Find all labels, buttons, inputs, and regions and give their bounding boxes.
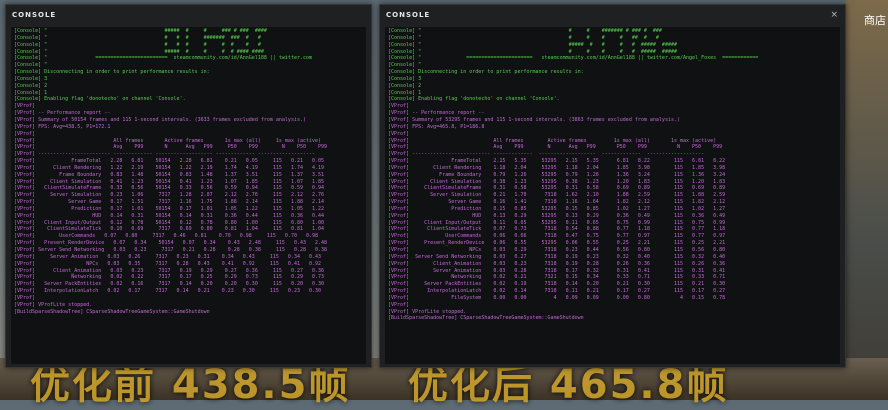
console-line: [Console] " # # # ####### ### # # xyxy=(14,34,261,41)
console-line: [VProf] xyxy=(388,130,410,137)
console-line: [Console] 3 xyxy=(388,75,422,82)
console-line: [VProf] FrameTotal 2.15 5.35 53295 2.15 … xyxy=(388,158,726,165)
console-line: [VProf] VProfLite stopped. xyxy=(14,301,93,308)
console-line: [Console] " # # # # ## # # xyxy=(388,34,659,41)
console-line: [VProf] Prediction 0.17 1.01 50154 0.17 … xyxy=(14,205,325,212)
console-line: [Console] " ##### # # # # #### #### xyxy=(14,48,264,55)
console-output[interactable]: [Console] " # # ####### # ### # ### [Cons… xyxy=(385,27,840,364)
shop-label: 商店 xyxy=(864,14,886,27)
console-line: [VProf] All frames Active frames 1s max … xyxy=(14,137,322,144)
console-line: [VProf] Server Send Networking 0.03 0.27… xyxy=(388,253,726,260)
console-line: [VProf] Client Rendering 1.22 2.19 50154… xyxy=(14,164,325,171)
console-line: [Console] " ##### # # # # ##### ##### xyxy=(388,41,677,48)
console-line: [VProf] Server Animation 0.03 0.26 7317 … xyxy=(14,253,322,260)
console-output[interactable]: [Console] " ##### # # ### # ### #### [Con… xyxy=(11,27,366,364)
console-window-before[interactable]: CONSOLE [Console] " ##### # # ### # ### … xyxy=(5,4,372,368)
console-title-bar[interactable]: CONSOLE × xyxy=(380,5,845,25)
console-line: [Console] " ====================== steam… xyxy=(388,55,759,62)
console-line: [VProf] ClientSimulateFrame 0.31 0.58 53… xyxy=(388,185,726,192)
console-lines: [Console] " # # ####### # ### # ### [Cons… xyxy=(385,27,840,323)
console-line: [Console] " # # ####### # ### # ### xyxy=(388,28,662,34)
console-line: [VProf] HUD 0.13 0.29 53295 0.13 0.29 0.… xyxy=(388,212,726,219)
console-line: [VProf] ClientSimulateTick 0.10 0.69 731… xyxy=(14,226,325,233)
console-line: [VProf] ClientSimulateFrame 0.33 0.56 50… xyxy=(14,185,325,192)
console-line: [VProf] Avg P99 N Avg P99 P50 P99 N P50 … xyxy=(14,144,328,151)
console-line: [VProf] Frame Boundary 0.79 1.26 53295 0… xyxy=(388,171,726,178)
console-line: [VProf] Client_Animation 0.03 0.23 7318 … xyxy=(388,260,726,267)
console-line: [VProf] xyxy=(388,301,410,308)
console-line: [VProf] Server Simulation 0.23 1.06 7317… xyxy=(14,192,325,199)
console-line: [VProf] Client Simulation 0.38 1.23 5329… xyxy=(388,178,726,185)
console-line: [VProf] Present_RenderDevice 0.07 0.34 5… xyxy=(14,240,328,247)
console-line: [VProf] xyxy=(14,130,36,137)
console-line: [VProf] FileSystem 0.00 0.00 4 0.09 0.09… xyxy=(388,294,726,301)
console-line: [VProf] Client_Animation 0.03 0.23 7317 … xyxy=(14,267,325,274)
console-line: [VProf] Networking 0.02 0.21 7321 0.15 0… xyxy=(388,274,726,281)
console-line: [VProf] ClientSimulateTick 0.07 0.73 731… xyxy=(388,226,726,233)
console-line: [VProf] InterpolationLatch 0.02 0.14 731… xyxy=(388,288,726,295)
console-line: [BuildSparseShadowTree] CSparseShadowTre… xyxy=(14,308,210,315)
console-line: [VProf] FPS: Avg=465.8, P1=186.8 xyxy=(388,123,485,130)
console-line: [Console] Enabling flag 'donotecho' on c… xyxy=(388,96,560,103)
console-line: [VProf] Summary of 50154 frames and 115 … xyxy=(14,116,306,123)
console-line: [Console] " # # # # # ##### ##### xyxy=(388,48,677,55)
console-line: [VProf] -- Performance report -- xyxy=(388,110,485,117)
console-line: [VProf] UserCommands 0.06 0.66 7318 0.47… xyxy=(388,233,726,240)
console-line: [VProf] NPCs 0.03 0.29 7318 0.23 0.44 0.… xyxy=(388,247,726,253)
console-line: [Console] 2 xyxy=(388,82,422,89)
console-line: [VProf] Server Game 0.16 1.41 7318 1.16 … xyxy=(388,199,726,206)
console-line: [VProf] xyxy=(14,103,36,110)
console-line: [VProf] FPS: Avg=438.5, P1=172.1 xyxy=(14,123,111,130)
console-line: [VProf] FrameTotal 2.28 6.81 50154 2.28 … xyxy=(14,158,325,165)
console-line: [Console] " ##### # # ### # ### #### xyxy=(14,28,267,34)
console-line: [Console] " xyxy=(14,62,48,69)
console-line: [VProf] All frames Active frames 1s max … xyxy=(388,137,717,144)
console-line: [VProf] Server PackEntities 0.02 0.19 73… xyxy=(388,281,726,288)
console-line: [VProf] xyxy=(388,103,410,110)
console-line: [VProf] Client Input/Output 0.11 0.65 53… xyxy=(388,219,726,226)
console-line: [VProf] Server PackEntities 0.02 0.16 73… xyxy=(14,281,325,288)
console-line: [VProf] Prediction 0.15 0.85 53295 0.15 … xyxy=(388,205,726,212)
console-line: [VProf] Networking 0.02 0.22 7317 0.17 0… xyxy=(14,274,325,281)
console-line: [VProf] ------------------------ -------… xyxy=(14,151,316,158)
console-line: [Console] Enabling flag 'donotecho' on c… xyxy=(14,96,186,103)
console-line: [VProf] xyxy=(14,294,36,301)
console-line: [VProf] Server Simulation 0.21 1.70 7318… xyxy=(388,192,726,199)
console-window-after[interactable]: CONSOLE × [Console] " # # ####### # ### … xyxy=(379,4,846,368)
close-icon[interactable]: × xyxy=(830,5,839,25)
console-line: [Console] " xyxy=(388,62,422,69)
console-line: [VProf] Server Game 0.17 1.51 7317 1.16 … xyxy=(14,199,325,206)
console-line: [Console] 2 xyxy=(14,82,48,89)
console-line: [VProf] NPCs 0.03 0.35 7317 0.28 0.43 0.… xyxy=(14,260,322,267)
console-line: [Console] " ======================== ste… xyxy=(14,55,313,62)
console-title-bar[interactable]: CONSOLE xyxy=(6,5,371,25)
console-title: CONSOLE xyxy=(386,11,431,19)
background-game-scene xyxy=(846,0,888,400)
console-line: [VProf] Present_RenderDevice 0.06 0.55 5… xyxy=(388,240,726,247)
console-line: [VProf] Frame Boundary 0.83 1.48 50154 0… xyxy=(14,171,325,178)
console-line: [VProf] -- Performance report -- xyxy=(14,110,111,117)
console-line: [Console] 1 xyxy=(14,89,48,96)
console-line: [VProf] Client Simulation 0.41 1.23 5015… xyxy=(14,178,325,185)
console-line: [Console] Disconnecting in order to prin… xyxy=(14,69,210,76)
console-line: [VProf] VProfLite stopped. xyxy=(388,308,467,315)
console-line: [VProf] -------------------------- -----… xyxy=(388,151,705,158)
console-line: [VProf] Client Input/Output 0.12 0.78 50… xyxy=(14,219,325,226)
console-line: [BuildSparseShadowTree] CSparseShadowTre… xyxy=(388,315,584,322)
console-line: [VProf] Server Animation 0.03 0.28 7318 … xyxy=(388,267,726,274)
console-line: [VProf] InterpolationLatch 0.02 0.17 731… xyxy=(14,288,322,295)
console-line: [Console] 1 xyxy=(388,89,422,96)
console-title: CONSOLE xyxy=(12,11,57,19)
console-line: [VProf] HUD 0.14 0.31 50154 0.14 0.31 0.… xyxy=(14,212,325,219)
console-line: [VProf] Avg P99 N Avg P99 P50 P99 N P50 … xyxy=(388,144,723,151)
console-lines: [Console] " ##### # # ### # ### #### [Con… xyxy=(11,27,366,316)
console-line: [Console] 3 xyxy=(14,75,48,82)
console-line: [Console] " # # # # # # # # xyxy=(14,41,261,48)
console-line: [VProf] Client Rendering 1.18 2.04 53295… xyxy=(388,164,726,171)
console-line: [VProf] Summary of 53295 frames and 115 … xyxy=(388,116,680,123)
console-line: [VProf] UserCommands 0.07 0.80 7317 0.46… xyxy=(14,233,319,240)
console-line: [Console] Disconnecting in order to prin… xyxy=(388,69,584,76)
console-line: [VProf] Server Send Networking 0.03 0.23… xyxy=(14,247,328,253)
